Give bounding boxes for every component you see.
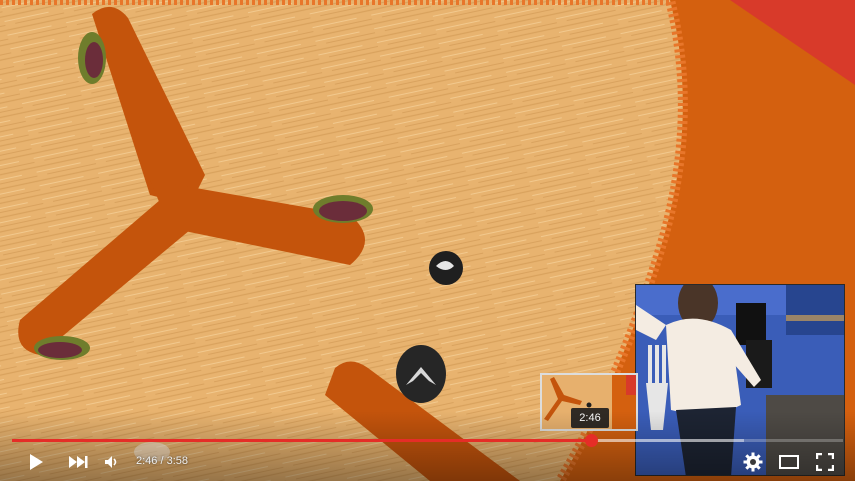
duration: 3:58 xyxy=(166,455,189,467)
preview-timestamp: 2:46 xyxy=(571,408,609,428)
volume-icon xyxy=(104,455,120,469)
player-controls: 2:46 / 3:58 xyxy=(0,446,855,478)
play-icon xyxy=(28,453,44,471)
fullscreen-icon xyxy=(816,453,834,471)
current-time: 2:46 xyxy=(136,455,158,467)
settings-button[interactable] xyxy=(738,446,768,478)
fullscreen-button[interactable] xyxy=(810,446,840,478)
theater-mode-icon xyxy=(779,455,799,469)
theater-mode-button[interactable] xyxy=(774,446,804,478)
progress-played xyxy=(12,439,592,442)
next-button[interactable] xyxy=(62,446,94,478)
progress-bar[interactable] xyxy=(12,434,843,447)
video-player[interactable]: 2:46 2:46 / 3:58 xyxy=(0,0,855,481)
skip-next-icon xyxy=(68,455,88,469)
play-button[interactable] xyxy=(20,446,52,478)
time-display: 2:46 / 3:58 xyxy=(136,455,188,467)
time-separator: / xyxy=(157,455,167,467)
volume-button[interactable] xyxy=(100,446,124,478)
gear-icon xyxy=(743,452,763,472)
